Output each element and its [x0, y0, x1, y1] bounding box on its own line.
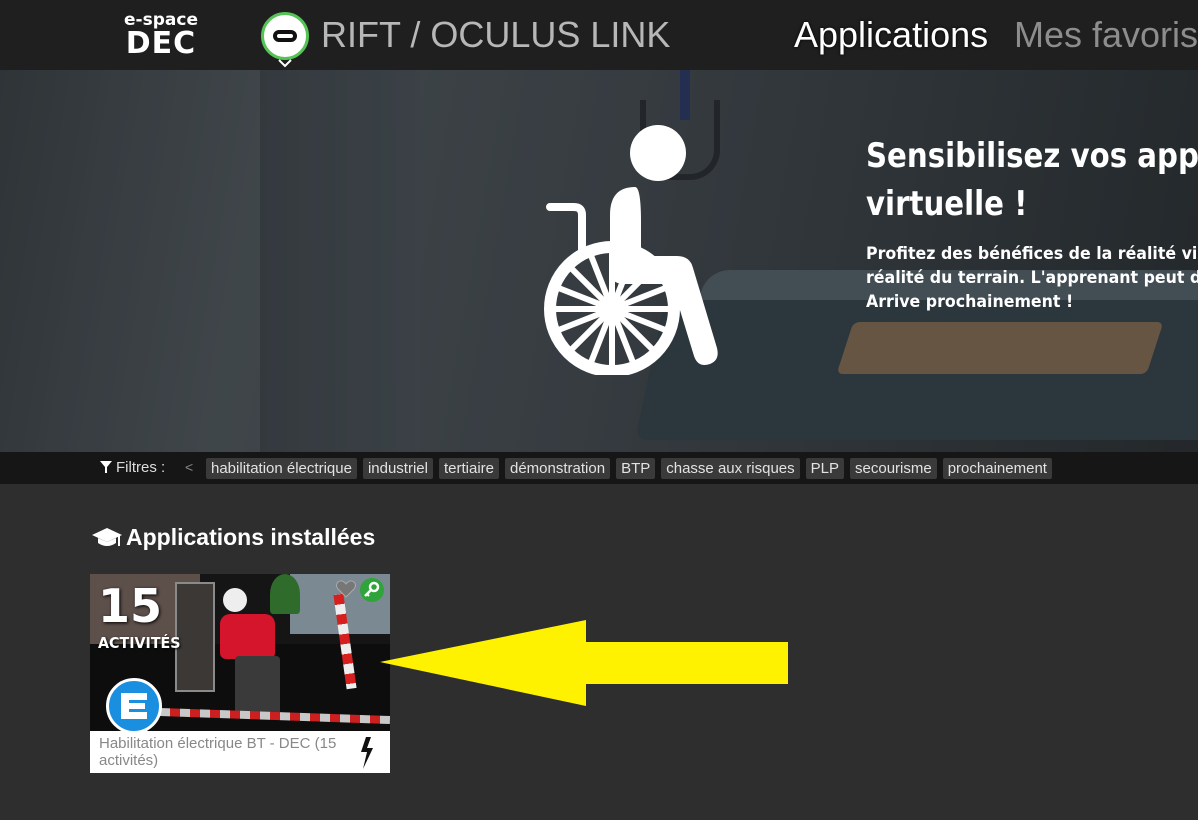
graduation-cap-icon	[92, 528, 122, 546]
activity-count: 15	[98, 579, 163, 633]
filter-bar: Filtres : < habilitation électrique indu…	[0, 452, 1198, 484]
hero-text-line: Arrive prochainement !	[866, 292, 1074, 312]
filter-chip[interactable]: habilitation électrique	[206, 458, 357, 479]
filter-chip[interactable]: secourisme	[850, 458, 937, 479]
hero-text-line: Profitez des bénéfices de la réalité vir…	[866, 244, 1198, 264]
app-card-title[interactable]: Habilitation électrique BT - DEC (15 act…	[99, 735, 349, 769]
annotation-arrow	[380, 620, 788, 706]
filter-chip[interactable]: démonstration	[505, 458, 611, 479]
device-title[interactable]: RIFT / OCULUS LINK	[321, 14, 670, 56]
filter-chip[interactable]: chasse aux risques	[661, 458, 800, 479]
top-bar: e-space DEC RIFT / OCULUS LINK Applicati…	[0, 0, 1198, 70]
app-card[interactable]: 15 ACTIVITÉS Habilitation électrique BT …	[90, 574, 390, 773]
hero-title-line: virtuelle !	[866, 184, 1028, 224]
section-title-installed: Applications installées	[92, 524, 375, 551]
app-card-caption: Habilitation électrique BT - DEC (15 act…	[90, 731, 390, 773]
app-card-thumbnail: 15 ACTIVITÉS	[90, 574, 390, 731]
filter-label-text: Filtres :	[116, 459, 166, 476]
filter-chip[interactable]: prochainement	[942, 458, 1052, 479]
wheelchair-icon	[544, 125, 718, 375]
hero-title-line: Sensibilisez vos appre	[866, 136, 1198, 176]
nav-applications[interactable]: Applications	[794, 14, 988, 56]
filter-prev-button[interactable]: <	[185, 459, 193, 475]
hero-banner[interactable]: Sensibilisez vos appre virtuelle ! Profi…	[0, 70, 1198, 452]
filter-icon	[100, 461, 112, 473]
filter-chip-list: habilitation électrique industriel terti…	[206, 458, 1052, 479]
nav-favorites[interactable]: Mes favoris	[1014, 14, 1198, 56]
section-title-text: Applications installées	[126, 524, 376, 550]
chevron-down-icon[interactable]	[277, 57, 293, 69]
lightning-bolt-icon	[361, 737, 373, 769]
espace-dec-logo[interactable]: e-space DEC	[118, 10, 204, 60]
hero-text-line: réalité du terrain. L'apprenant peut don	[866, 268, 1198, 288]
heart-icon[interactable]	[336, 580, 356, 598]
key-icon	[360, 578, 384, 602]
filter-chip[interactable]: tertiaire	[438, 458, 499, 479]
filter-label: Filtres :	[100, 459, 165, 476]
oculus-headset-icon[interactable]	[261, 12, 309, 60]
filter-chip[interactable]: industriel	[362, 458, 433, 479]
logo-bottom-text: DEC	[125, 26, 197, 61]
filter-chip[interactable]: BTP	[616, 458, 656, 479]
e-logo-icon	[106, 678, 162, 731]
hero-title: Sensibilisez vos appre virtuelle !	[866, 132, 1198, 228]
activity-count-label: ACTIVITÉS	[98, 634, 181, 652]
filter-chip[interactable]: PLP	[805, 458, 845, 479]
hero-description: Profitez des bénéfices de la réalité vir…	[866, 242, 1198, 314]
